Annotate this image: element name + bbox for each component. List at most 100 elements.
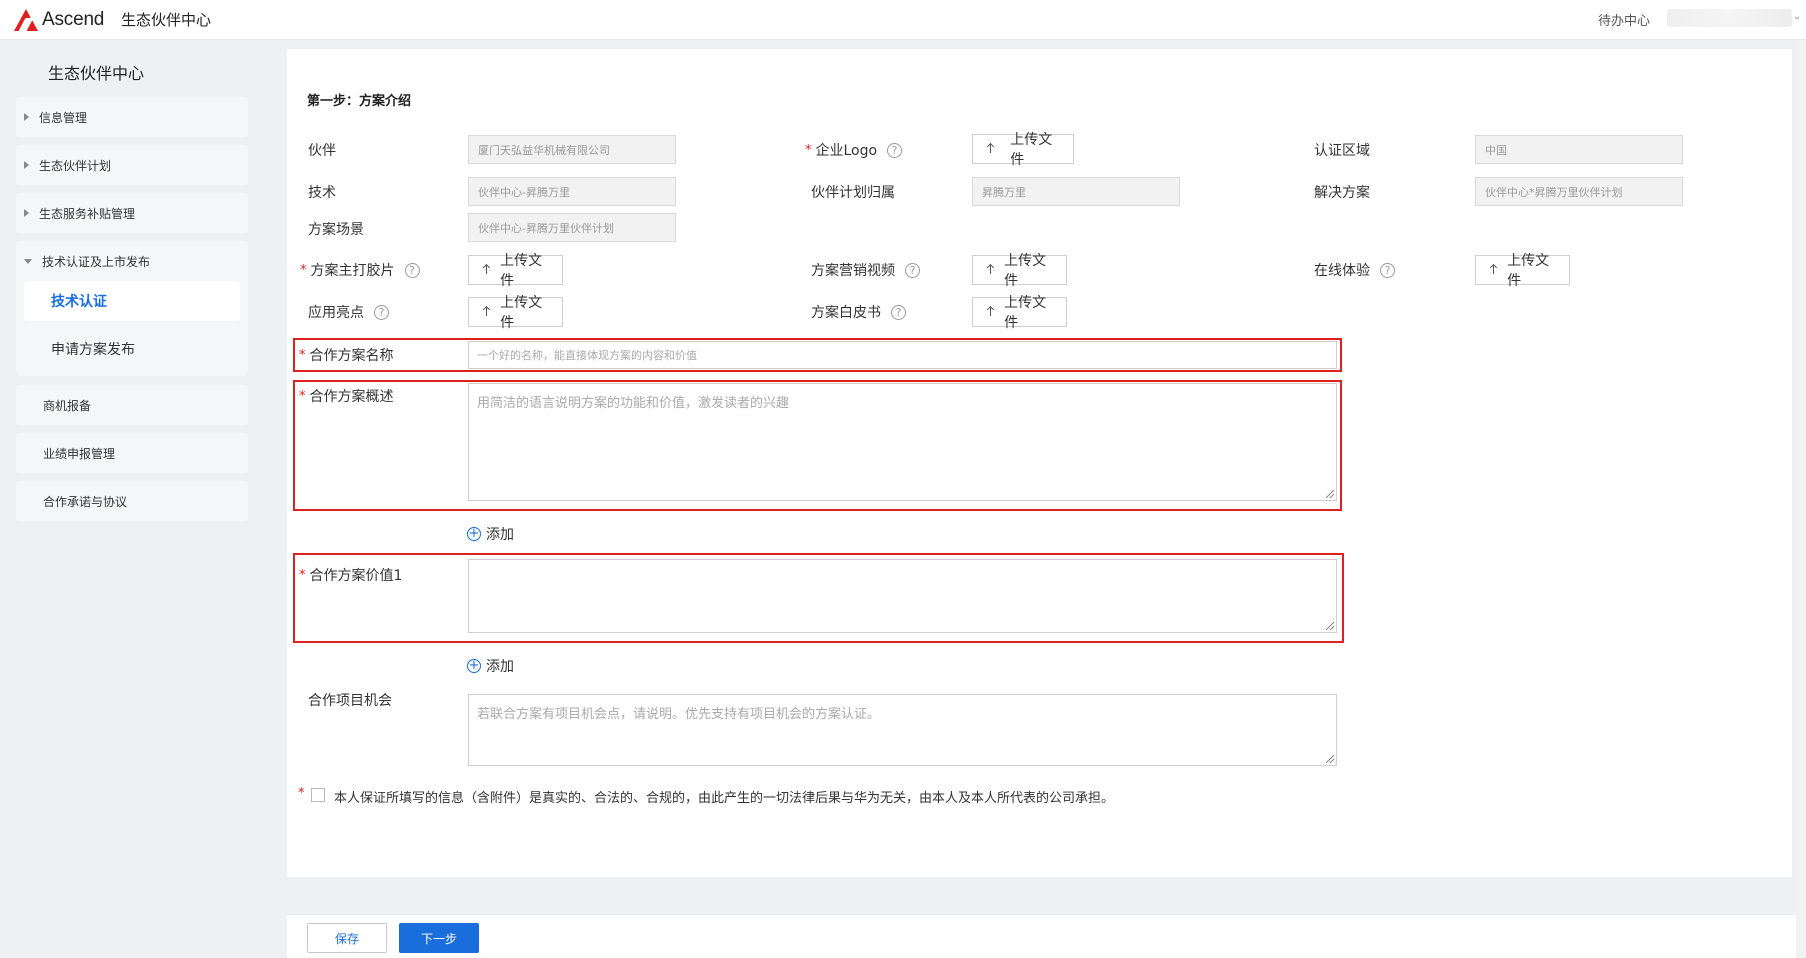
required-mark: * bbox=[805, 142, 812, 158]
plan-field: 昇腾万里 bbox=[972, 177, 1180, 206]
tech-label: 技术 bbox=[308, 185, 336, 201]
solution-field: 伙伴中心*昇腾万里伙伴计划 bbox=[1475, 177, 1683, 206]
sidebar-group-tech-certification: 技术认证及上市发布 技术认证 申请方案发布 bbox=[16, 241, 248, 376]
name-label: * 合作方案名称 bbox=[299, 345, 394, 365]
add-label: 添加 bbox=[486, 659, 514, 675]
online-exp-label-text: 在线体验 bbox=[1314, 263, 1370, 279]
help-icon[interactable]: ? bbox=[905, 262, 920, 278]
upload-icon bbox=[985, 143, 996, 155]
help-icon[interactable]: ? bbox=[891, 304, 906, 320]
required-mark: * bbox=[298, 786, 305, 801]
project-opportunity-textarea[interactable]: 若联合方案有项目机会点，请说明。优先支持有项目机会的方案认证。 bbox=[468, 694, 1337, 766]
upload-icon bbox=[1488, 264, 1499, 276]
help-icon[interactable]: ? bbox=[887, 142, 903, 158]
highlights-label-text: 应用亮点 bbox=[308, 305, 364, 321]
sidebar-item-tech-certification[interactable]: 技术认证 bbox=[24, 281, 240, 321]
upload-label: 上传文件 bbox=[1507, 253, 1550, 289]
sidebar-item-subsidy-management[interactable]: 生态服务补贴管理 bbox=[16, 193, 248, 233]
sidebar: 生态伙伴中心 信息管理 生态伙伴计划 生态服务补贴管理 技术认证及上市发布 技术… bbox=[0, 41, 263, 958]
scene-field: 伙伴中心-昇腾万里伙伴计划 bbox=[468, 213, 676, 242]
solution-value-textarea[interactable] bbox=[468, 559, 1337, 633]
sidebar-group-header[interactable]: 技术认证及上市发布 bbox=[24, 253, 150, 270]
app-title: 生态伙伴中心 bbox=[121, 11, 212, 29]
whitepaper-label-text: 方案白皮书 bbox=[811, 305, 881, 321]
sidebar-item-partner-program[interactable]: 生态伙伴计划 bbox=[16, 145, 248, 185]
resize-handle[interactable] bbox=[1326, 490, 1334, 498]
help-icon[interactable]: ? bbox=[374, 304, 389, 320]
sidebar-item-label: 生态服务补贴管理 bbox=[39, 206, 136, 221]
upload-label: 上传文件 bbox=[500, 295, 543, 331]
sidebar-item-cooperation-agreement[interactable]: 合作承诺与协议 bbox=[16, 481, 248, 521]
solution-overview-textarea[interactable]: 用简洁的语言说明方案的功能和价值，激发读者的兴趣 bbox=[468, 383, 1337, 501]
logo-label-text: 企业Logo bbox=[815, 143, 878, 159]
ascend-logo[interactable]: Ascend bbox=[14, 7, 104, 33]
agreement-checkbox[interactable] bbox=[311, 788, 325, 802]
caret-right-icon bbox=[24, 113, 29, 121]
required-mark: * bbox=[299, 347, 306, 363]
footer-actions: 保存 下一步 bbox=[287, 914, 1806, 958]
scene-label: 方案场景 bbox=[308, 222, 364, 238]
help-icon[interactable]: ? bbox=[1380, 262, 1395, 278]
save-button[interactable]: 保存 bbox=[307, 923, 387, 953]
resize-handle[interactable] bbox=[1326, 622, 1334, 630]
overview-label-text: 合作方案概述 bbox=[309, 389, 394, 405]
caret-right-icon bbox=[24, 209, 29, 217]
section-title: 第一步：方案介绍 bbox=[307, 94, 412, 109]
overview-label: * 合作方案概述 bbox=[299, 386, 394, 406]
logo-label: * 企业Logo ? bbox=[805, 140, 903, 160]
main-slides-label-text: 方案主打胶片 bbox=[310, 263, 395, 279]
page-scrollbar[interactable] bbox=[1796, 41, 1806, 958]
partner-field: 厦门天弘益华机械有限公司 bbox=[468, 135, 676, 164]
add-value-button[interactable]: + 添加 bbox=[467, 656, 514, 676]
help-icon[interactable]: ? bbox=[404, 262, 420, 278]
sidebar-item-performance-report[interactable]: 业绩申报管理 bbox=[16, 433, 248, 473]
main-slides-upload-button[interactable]: 上传文件 bbox=[468, 253, 563, 289]
region-field: 中国 bbox=[1475, 135, 1683, 164]
top-bar: Ascend 生态伙伴中心 待办中心 ⌄ bbox=[0, 0, 1806, 40]
sidebar-item-label: 信息管理 bbox=[39, 110, 88, 125]
required-mark: * bbox=[300, 262, 307, 278]
value1-label: * 合作方案价值1 bbox=[299, 565, 402, 585]
sidebar-title: 生态伙伴中心 bbox=[48, 64, 145, 83]
marketing-video-label: 方案营销视频 ? bbox=[811, 260, 920, 280]
solution-label: 解决方案 bbox=[1314, 185, 1370, 201]
partner-label: 伙伴 bbox=[308, 143, 336, 159]
next-step-button[interactable]: 下一步 bbox=[399, 923, 479, 953]
caret-right-icon bbox=[24, 161, 29, 169]
add-overview-button[interactable]: + 添加 bbox=[467, 524, 514, 544]
plus-circle-icon: + bbox=[467, 526, 481, 541]
logo-upload-button[interactable]: 上传文件 bbox=[972, 132, 1074, 168]
solution-name-input[interactable]: 一个好的名称，能直接体现方案的内容和价值 bbox=[468, 341, 1337, 369]
upload-label: 上传文件 bbox=[1010, 132, 1053, 168]
highlights-upload-button[interactable]: 上传文件 bbox=[468, 295, 563, 331]
sidebar-item-label: 生态伙伴计划 bbox=[39, 158, 112, 173]
chevron-down-icon[interactable]: ⌄ bbox=[1793, 11, 1801, 22]
marketing-video-label-text: 方案营销视频 bbox=[811, 263, 895, 279]
add-label: 添加 bbox=[486, 527, 514, 543]
plan-label: 伙伴计划归属 bbox=[811, 185, 895, 201]
plus-circle-icon: + bbox=[467, 658, 481, 673]
sidebar-item-opportunity-report[interactable]: 商机报备 bbox=[16, 385, 248, 425]
whitepaper-upload-button[interactable]: 上传文件 bbox=[972, 295, 1067, 331]
upload-label: 上传文件 bbox=[500, 253, 543, 289]
logo-text: Ascend bbox=[42, 9, 105, 30]
upload-label: 上传文件 bbox=[1004, 295, 1047, 331]
sidebar-item-apply-release[interactable]: 申请方案发布 bbox=[24, 329, 240, 369]
agreement-text: 本人保证所填写的信息（含附件）是真实的、合法的、合规的，由此产生的一切法律后果与… bbox=[334, 791, 1115, 806]
marketing-video-upload-button[interactable]: 上传文件 bbox=[972, 253, 1067, 289]
upload-icon bbox=[481, 306, 492, 318]
user-name-blurred[interactable] bbox=[1667, 9, 1792, 27]
sidebar-group-label: 技术认证及上市发布 bbox=[42, 255, 151, 269]
caret-down-icon bbox=[24, 259, 32, 264]
online-exp-label: 在线体验 ? bbox=[1314, 260, 1395, 280]
opportunity-placeholder: 若联合方案有项目机会点，请说明。优先支持有项目机会的方案认证。 bbox=[477, 707, 881, 722]
required-mark: * bbox=[299, 388, 306, 404]
online-exp-upload-button[interactable]: 上传文件 bbox=[1475, 253, 1570, 289]
whitepaper-label: 方案白皮书 ? bbox=[811, 302, 906, 322]
sidebar-item-info-management[interactable]: 信息管理 bbox=[16, 97, 248, 137]
value1-label-text: 合作方案价值1 bbox=[309, 568, 403, 584]
opportunity-label: 合作项目机会 bbox=[308, 693, 392, 709]
todo-center-link[interactable]: 待办中心 bbox=[1598, 10, 1650, 29]
resize-handle[interactable] bbox=[1326, 755, 1334, 763]
upload-icon bbox=[481, 264, 492, 276]
